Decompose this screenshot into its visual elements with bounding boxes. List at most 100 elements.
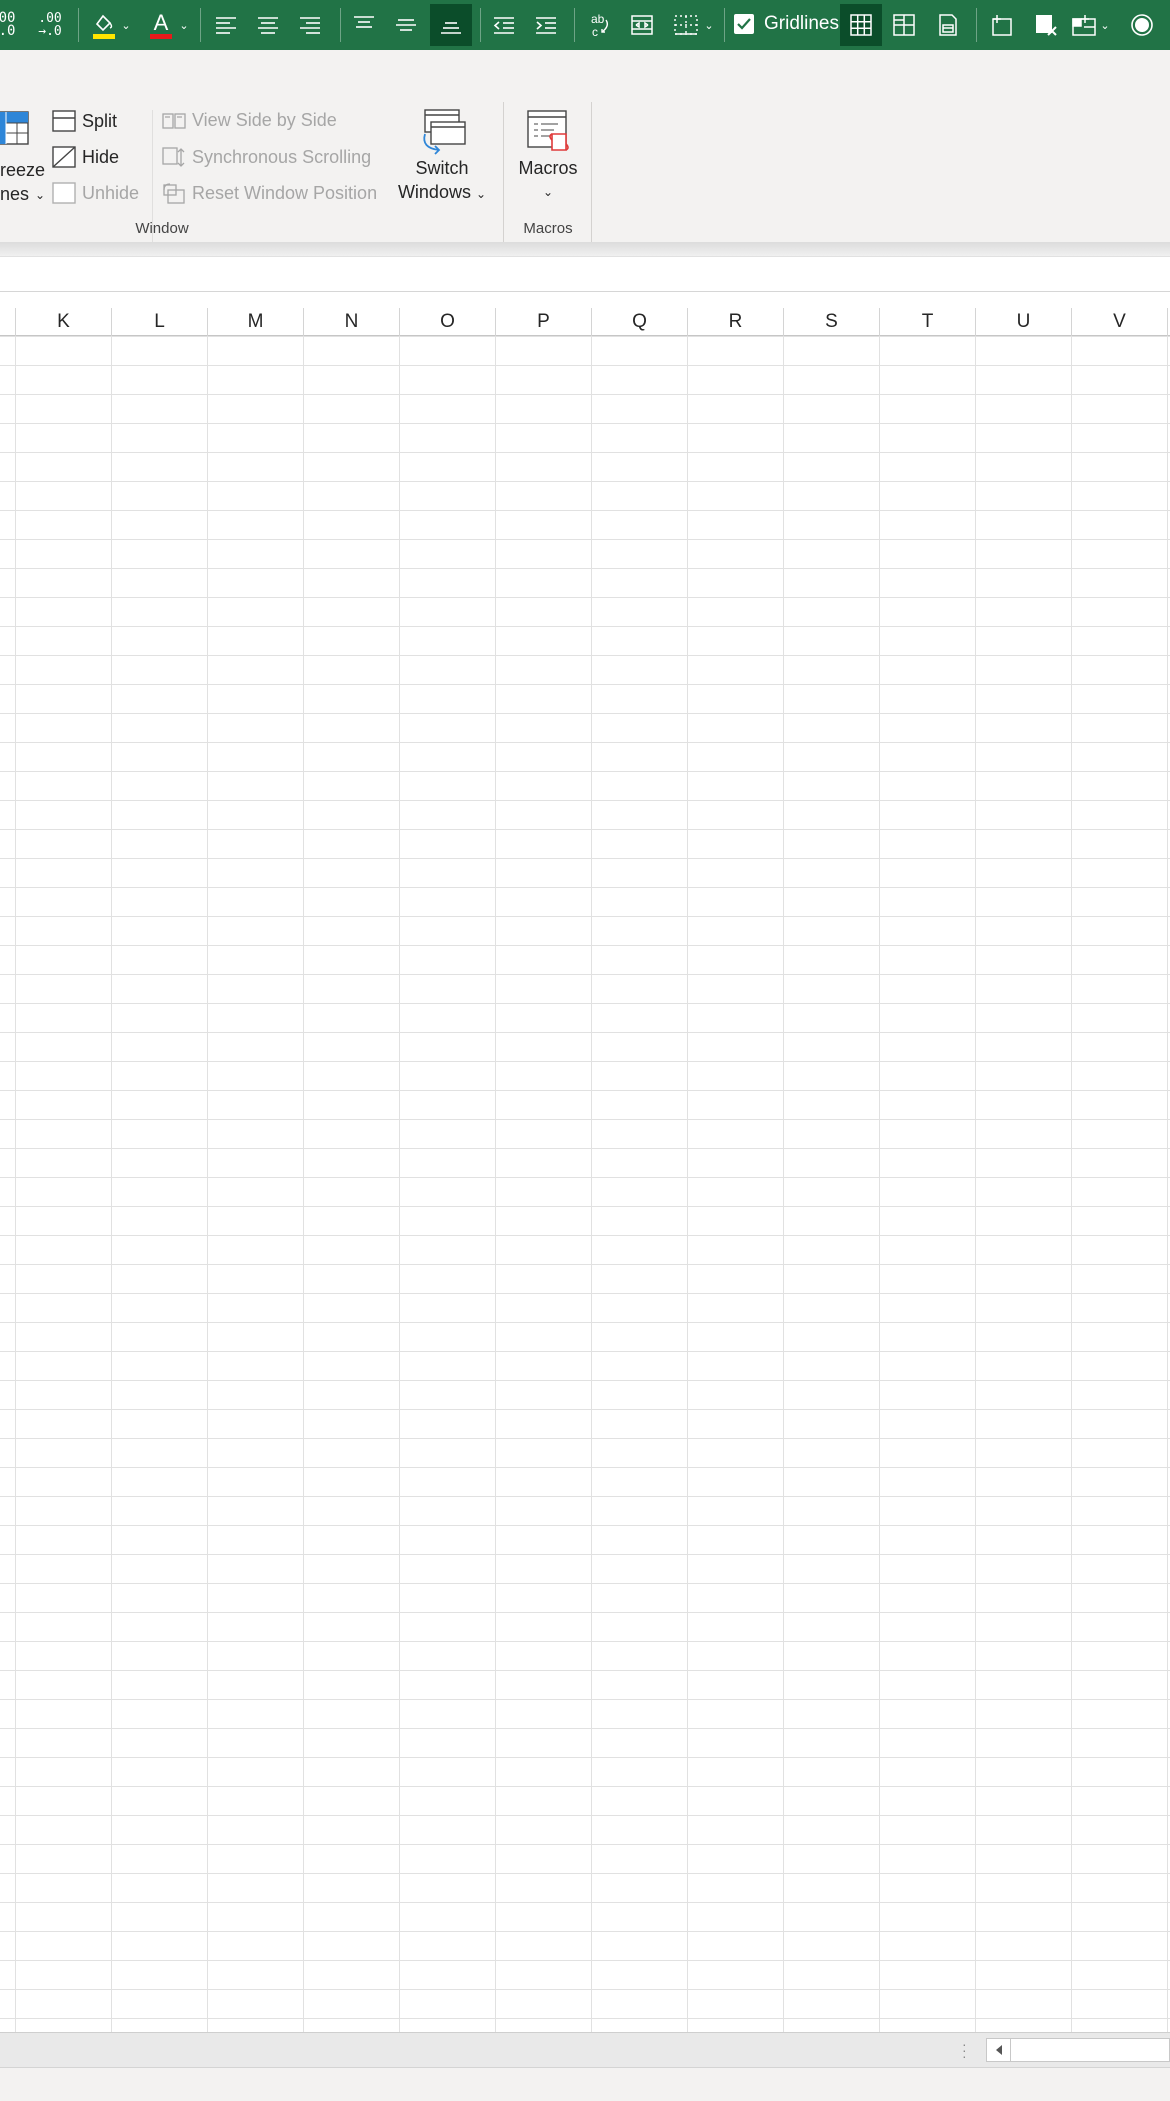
circle-button[interactable] [1124, 4, 1160, 46]
freeze-panes-label-2[interactable]: nes ⌄ [0, 184, 45, 205]
align-right-icon [300, 17, 320, 34]
increase-decimal-button[interactable]: .00 →.0 [32, 4, 68, 46]
bottom-align-button[interactable] [430, 4, 472, 46]
formula-bar[interactable] [0, 256, 1170, 292]
page-break-preview-button[interactable] [928, 4, 968, 46]
column-header-v[interactable]: V [1072, 308, 1168, 336]
gridlines-checkbox[interactable] [734, 14, 754, 34]
grid-vline [879, 336, 880, 2032]
gridlines-toggle[interactable]: Gridlines [734, 13, 839, 35]
hide-button[interactable]: Hide [52, 146, 119, 168]
column-header-partial[interactable] [0, 308, 16, 336]
column-header-m[interactable]: M [208, 308, 304, 336]
window-group-label: Window [135, 220, 189, 237]
worksheet-grid[interactable] [0, 336, 1170, 2032]
decrease-decimal-button[interactable]: 00.0 [0, 4, 20, 46]
grid-vline [207, 336, 208, 2032]
sheet-tab-bar: · · · [0, 2032, 1170, 2067]
column-header-s[interactable]: S [784, 308, 880, 336]
column-header-p[interactable]: P [496, 308, 592, 336]
align-center-icon [258, 17, 278, 34]
delete-sheet-button[interactable] [1026, 4, 1066, 46]
unhide-icon [52, 182, 76, 204]
grid-vline [111, 336, 112, 2032]
font-color-dropdown[interactable]: ⌄ [176, 4, 192, 46]
freeze-panes-button[interactable] [0, 108, 40, 148]
increase-indent-button[interactable] [528, 4, 564, 46]
font-color-icon: A [150, 10, 172, 39]
column-header-q[interactable]: Q [592, 308, 688, 336]
split-icon [52, 110, 76, 132]
unhide-label: Unhide [82, 182, 140, 203]
reset-window-position-button[interactable]: Reset Window Position [162, 182, 377, 204]
tab-split-handle[interactable]: · · · [962, 2037, 967, 2063]
synchronous-scrolling-icon [162, 147, 185, 167]
chevron-down-icon: ⌄ [542, 185, 554, 199]
print-preview-icon [939, 14, 957, 36]
align-left-button[interactable] [208, 4, 244, 46]
chevron-down-icon: ⌄ [179, 19, 189, 32]
grid-vline [495, 336, 496, 2032]
column-header-n[interactable]: N [304, 308, 400, 336]
normal-view-button[interactable] [840, 4, 882, 46]
home-toolbar: 00.0 .00 →.0 ⌄ A ⌄ ab c ⌄ Gridlines ⌄ [0, 0, 1170, 50]
view-side-by-side-button[interactable]: View Side by Side [162, 110, 337, 131]
borders-dropdown[interactable]: ⌄ [702, 4, 716, 46]
svg-text:ab: ab [591, 12, 605, 26]
middle-align-button[interactable] [388, 4, 424, 46]
scroll-left-button[interactable] [987, 2039, 1011, 2061]
synchronous-scrolling-label: Synchronous Scrolling [192, 146, 372, 167]
fill-color-dropdown[interactable]: ⌄ [118, 4, 134, 46]
view-side-by-side-label: View Side by Side [192, 110, 337, 130]
top-align-icon [354, 16, 374, 28]
svg-text:c: c [592, 25, 598, 38]
freeze-panes-label-line2: nes [0, 184, 30, 204]
grid-vline [1071, 336, 1072, 2032]
font-color-button[interactable]: A [144, 4, 178, 46]
decrease-indent-button[interactable] [486, 4, 522, 46]
wrap-text-icon: ab c [591, 12, 609, 38]
column-header-o[interactable]: O [400, 308, 496, 336]
split-label: Split [82, 110, 118, 131]
freeze-panes-label[interactable]: reeze [0, 160, 45, 181]
macros-group-label: Macros [523, 220, 573, 237]
column-header-t[interactable]: T [880, 308, 976, 336]
align-left-icon [216, 17, 236, 34]
column-header-u[interactable]: U [976, 308, 1072, 336]
freeze-options-dropdown[interactable]: ⌄ [1098, 4, 1112, 46]
merge-cells-button[interactable] [624, 4, 660, 46]
middle-align-icon [396, 19, 416, 31]
borders-icon [674, 15, 698, 35]
unhide-button[interactable]: Unhide [52, 182, 139, 204]
checkmark-icon [737, 18, 751, 30]
switch-windows-label-line2: Windows [397, 182, 471, 202]
chevron-down-icon: ⌄ [121, 19, 131, 32]
hide-label: Hide [82, 146, 120, 167]
horizontal-scrollbar[interactable] [986, 2038, 1170, 2062]
align-center-button[interactable] [250, 4, 286, 46]
grid-vline [975, 336, 976, 2032]
split-button[interactable]: Split [52, 110, 117, 132]
chevron-down-icon: ⌄ [1100, 19, 1110, 32]
align-right-button[interactable] [292, 4, 328, 46]
macros-button[interactable]: Macros ⌄ [512, 108, 584, 204]
synchronous-scrolling-button[interactable]: Synchronous Scrolling [162, 146, 371, 168]
insert-sheet-button[interactable] [982, 4, 1022, 46]
switch-windows-label-line2-row: Windows ⌄ [398, 180, 486, 206]
fill-color-button[interactable] [86, 4, 122, 46]
fill-color-icon [93, 14, 115, 39]
svg-text:A: A [154, 10, 169, 35]
switch-windows-button[interactable]: Switch Windows ⌄ [394, 108, 490, 206]
column-header-l[interactable]: L [112, 308, 208, 336]
page-layout-view-button[interactable] [884, 4, 924, 46]
freeze-options-icon [1072, 15, 1096, 36]
merge-cells-icon [631, 15, 653, 35]
column-header-k[interactable]: K [16, 308, 112, 336]
top-align-button[interactable] [346, 4, 382, 46]
borders-button[interactable] [666, 4, 706, 46]
freeze-panes-label-line1: reeze [0, 160, 46, 180]
hide-icon [52, 146, 76, 168]
wrap-text-button[interactable]: ab c [582, 4, 618, 46]
grid-vline [687, 336, 688, 2032]
column-header-r[interactable]: R [688, 308, 784, 336]
